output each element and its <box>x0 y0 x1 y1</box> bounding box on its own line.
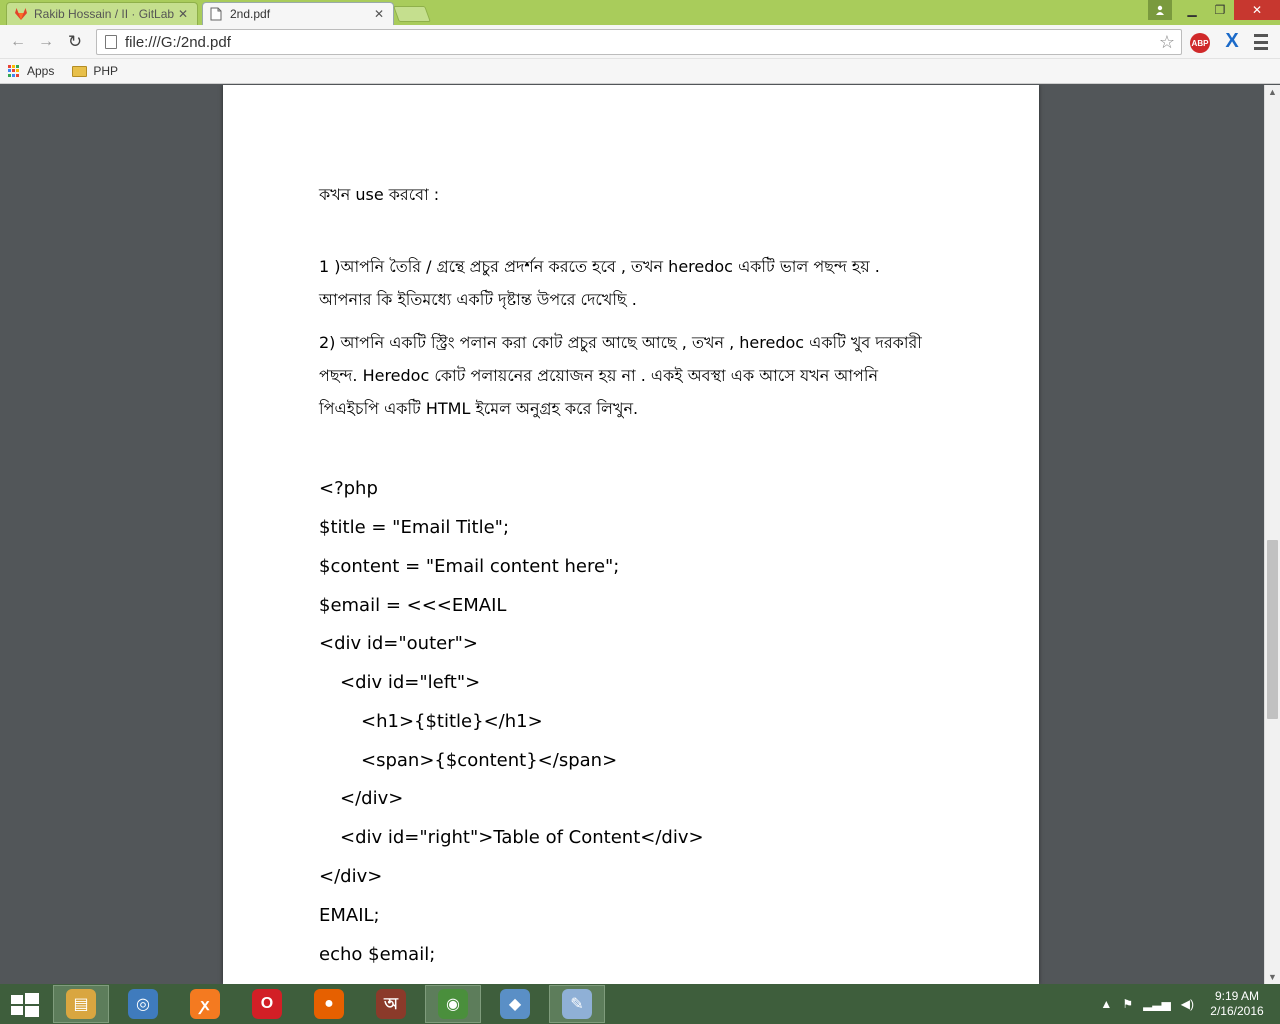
code-line: <span>{$content}</span> <box>361 750 618 771</box>
apps-grid-icon <box>8 65 20 77</box>
action-center-flag-icon[interactable]: ⚑ <box>1122 997 1133 1011</box>
code-line: <div id="left"> <box>340 672 481 693</box>
bookmark-star-icon[interactable]: ☆ <box>1159 32 1175 53</box>
tab-pdf[interactable]: 2nd.pdf ✕ <box>202 2 394 25</box>
windows-start-icon[interactable] <box>8 992 40 1018</box>
taskbar-item-paint[interactable]: ✎ <box>549 985 605 1023</box>
xampp-icon: ꭗ <box>190 989 220 1019</box>
network-icon[interactable]: ▂▃▅ <box>1143 997 1171 1011</box>
user-icon[interactable] <box>1148 0 1172 20</box>
minimize-button[interactable]: ▁ <box>1178 0 1206 20</box>
clock-time: 9:19 AM <box>1214 989 1260 1003</box>
code-line: echo $email; <box>319 944 436 965</box>
forward-button[interactable]: → <box>36 32 56 52</box>
code-line: EMAIL; <box>319 905 380 926</box>
system-tray: ▲ ⚑ ▂▃▅ ◀) 9:19 AM 2/16/2016 <box>1100 984 1280 1024</box>
taskbar-item-firefox[interactable]: ● <box>301 985 357 1023</box>
taskbar-item-safari[interactable]: ◎ <box>115 985 171 1023</box>
reload-button[interactable]: ↻ <box>65 32 85 52</box>
doc-paragraph-line: 1 )আপনি তৈরি / গ্রন্থে প্রচুর প্রদর্শন ক… <box>319 257 880 276</box>
close-icon[interactable]: ✕ <box>372 7 386 21</box>
taskbar-item-xampp[interactable]: ꭗ <box>177 985 233 1023</box>
taskbar-item-opera[interactable]: O <box>239 985 295 1023</box>
document-icon <box>210 7 224 21</box>
code-line: </div> <box>319 866 383 887</box>
tab-gitlab[interactable]: Rakib Hossain / II · GitLab ✕ <box>6 2 198 25</box>
safari-icon: ◎ <box>128 989 158 1019</box>
doc-paragraph-line: পিএইচপি একটি HTML ইমেল অনুগ্রহ করে লিখুন… <box>319 399 639 418</box>
page-icon <box>105 35 117 49</box>
restore-button[interactable]: ❐ <box>1206 0 1234 20</box>
scrollbar-thumb[interactable] <box>1267 540 1278 719</box>
show-hidden-icons-icon[interactable]: ▲ <box>1100 997 1112 1011</box>
opera-icon: O <box>252 989 282 1019</box>
code-line: <div id="outer"> <box>319 633 478 654</box>
folder-icon <box>72 65 88 77</box>
taskbar-item-virtualbox[interactable]: ◆ <box>487 985 543 1023</box>
close-window-button[interactable]: ✕ <box>1234 0 1280 20</box>
taskbar-item-chrome[interactable]: ◉ <box>425 985 481 1023</box>
clock-date: 2/16/2016 <box>1210 1004 1264 1018</box>
code-line: <h1>{$title}</h1> <box>361 711 543 732</box>
browser-window: Rakib Hossain / II · GitLab ✕ 2nd.pdf ✕ … <box>0 0 1280 1024</box>
adblock-icon[interactable]: ABP <box>1190 33 1210 53</box>
code-line: <?php <box>319 478 378 499</box>
toolbar: ← → ↻ file:///G:/2nd.pdf ☆ ABP X <box>0 25 1280 59</box>
paint-icon: ✎ <box>562 989 592 1019</box>
scroll-up-icon[interactable]: ▲ <box>1268 87 1277 97</box>
doc-paragraph-line: পছন্দ. Heredoc কোট পলায়নের প্রয়োজন হয়… <box>319 366 878 385</box>
tab-title: Rakib Hossain / II · GitLab <box>34 6 175 21</box>
window-controls: ▁ ❐ ✕ <box>1148 0 1280 20</box>
vertical-scrollbar[interactable]: ▲ ▼ <box>1264 85 1280 984</box>
address-bar[interactable]: file:///G:/2nd.pdf ☆ <box>96 29 1182 55</box>
close-icon[interactable]: ✕ <box>176 7 190 21</box>
back-button[interactable]: ← <box>8 32 28 52</box>
tab-title: 2nd.pdf <box>230 6 271 21</box>
code-line: $title = "Email Title"; <box>319 517 510 538</box>
bookmark-label: Apps <box>27 64 55 78</box>
firefox-icon: ● <box>314 989 344 1019</box>
extension-x-icon[interactable]: X <box>1222 30 1242 54</box>
gitlab-icon <box>14 7 28 21</box>
bookmarks-bar: Apps PHP <box>0 59 1280 84</box>
clock[interactable]: 9:19 AM 2/16/2016 <box>1204 989 1270 1019</box>
tab-strip: Rakib Hossain / II · GitLab ✕ 2nd.pdf ✕ … <box>0 0 1280 25</box>
new-tab-button[interactable] <box>393 6 431 22</box>
address-text[interactable]: file:///G:/2nd.pdf <box>125 34 1159 51</box>
taskbar-item-bangla-app[interactable]: অ <box>363 985 419 1023</box>
bookmark-label: PHP <box>93 64 119 78</box>
file-explorer-icon: ▤ <box>66 989 96 1019</box>
doc-paragraph-line: 2) আপনি একটি স্ট্রিং পলান করা কোট প্রচুর… <box>319 333 922 352</box>
bangla-app-icon: অ <box>376 989 406 1019</box>
pdf-viewer[interactable]: কখন use করবো : 1 )আপনি তৈরি / গ্রন্থে প্… <box>0 85 1264 984</box>
taskbar: ▤ ◎ ꭗ O ● অ ◉ ◆ ✎ ▲ ⚑ ▂▃▅ ◀) 9:19 AM 2/16/2016 <box>0 984 1280 1024</box>
virtualbox-icon: ◆ <box>500 989 530 1019</box>
menu-icon[interactable] <box>1254 34 1268 50</box>
bookmark-apps[interactable]: Apps <box>8 64 54 78</box>
code-line: $content = "Email content here"; <box>319 556 620 577</box>
scroll-down-icon[interactable]: ▼ <box>1268 972 1277 982</box>
code-line: </div> <box>340 788 404 809</box>
doc-heading: কখন use করবো : <box>319 185 440 204</box>
doc-paragraph-line: আপনার কি ইতিমধ্যে একটি দৃষ্টান্ত উপরে দে… <box>319 290 637 309</box>
code-line: $email = <<<EMAIL <box>319 595 507 616</box>
code-line: <div id="right">Table of Content</div> <box>340 827 704 848</box>
pdf-page: কখন use করবো : 1 )আপনি তৈরি / গ্রন্থে প্… <box>223 85 1039 984</box>
taskbar-item-file-explorer[interactable]: ▤ <box>53 985 109 1023</box>
volume-icon[interactable]: ◀) <box>1181 997 1194 1011</box>
chrome-icon: ◉ <box>438 989 468 1019</box>
bookmark-php[interactable]: PHP <box>72 64 118 78</box>
